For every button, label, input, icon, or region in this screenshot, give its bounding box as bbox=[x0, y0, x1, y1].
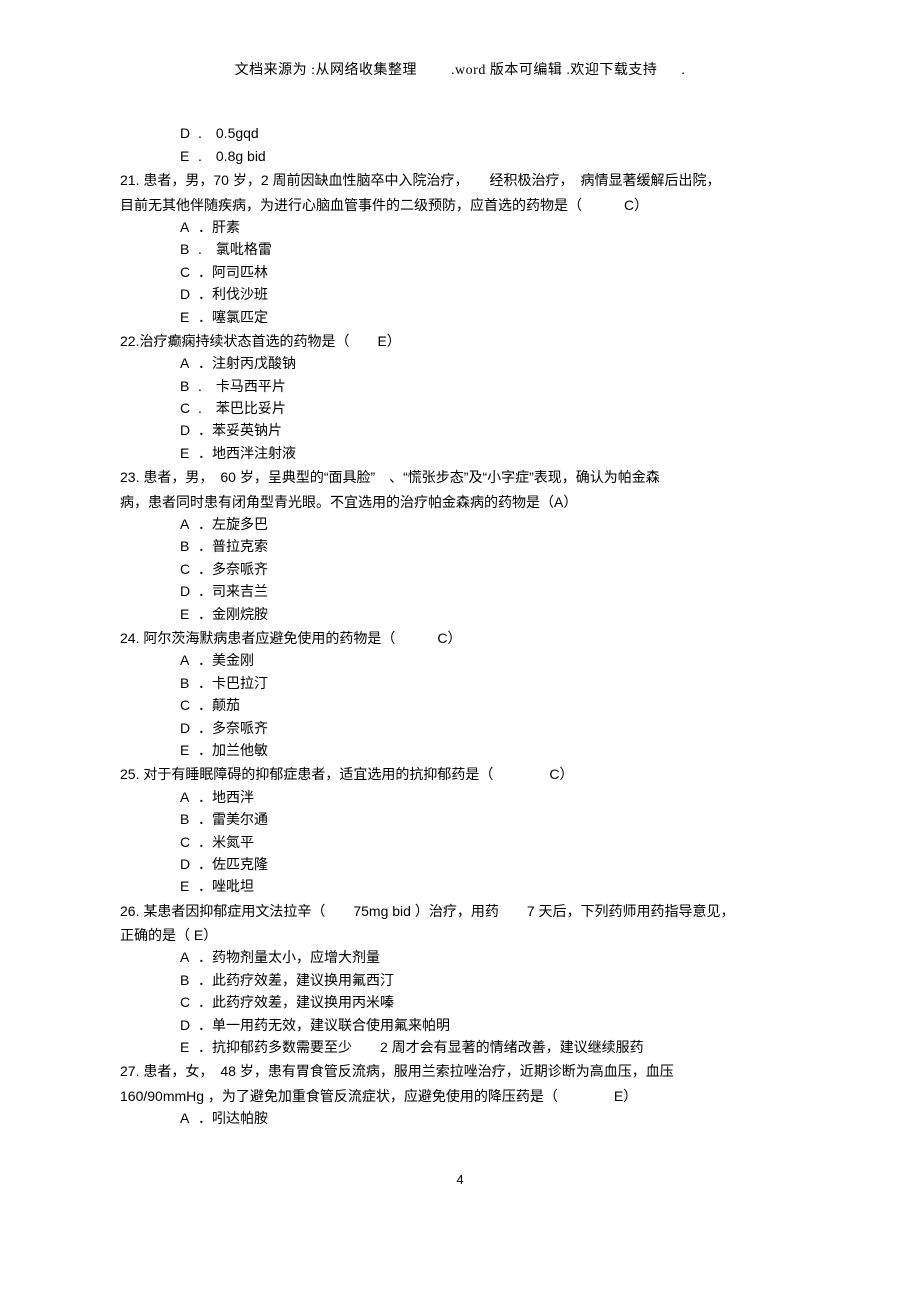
q25-option-b: B．雷美尔通 bbox=[120, 808, 800, 830]
q25-option-d: D．佐匹克隆 bbox=[120, 853, 800, 875]
q24-stem: 24. 阿尔茨海默病患者应避免使用的药物是（ C） bbox=[120, 627, 800, 649]
q26-option-b: B．此药疗效差，建议换用氟西汀 bbox=[120, 969, 800, 991]
q27-option-a: A．吲达帕胺 bbox=[120, 1107, 800, 1129]
q24-option-a: A．美金刚 bbox=[120, 649, 800, 671]
q22-option-b: B. 卡马西平片 bbox=[120, 375, 800, 397]
q23-option-e: E．金刚烷胺 bbox=[120, 603, 800, 625]
q24-option-b: B．卡巴拉汀 bbox=[120, 672, 800, 694]
q23-option-d: D．司来吉兰 bbox=[120, 580, 800, 602]
q22-option-c: C. 苯巴比妥片 bbox=[120, 397, 800, 419]
q24-option-c: C．颠茄 bbox=[120, 694, 800, 716]
q26-option-d: D．单一用药无效，建议联合使用氟来帕明 bbox=[120, 1014, 800, 1036]
q21-option-b: B. 氯吡格雷 bbox=[120, 238, 800, 260]
q26-option-c: C．此药疗效差，建议换用丙米嗪 bbox=[120, 991, 800, 1013]
q22-option-d: D．苯妥英钠片 bbox=[120, 419, 800, 441]
q23-option-b: B．普拉克索 bbox=[120, 535, 800, 557]
header-part2: .word 版本可编辑 .欢迎下载支持 bbox=[451, 60, 657, 82]
q26-line1: 26. 某患者因抑郁症用文法拉辛（ 75mg bid ）治疗，用药 7 天后，下… bbox=[120, 900, 800, 922]
q27-line2: 160/90mmHg ，为了避免加重食管反流症状，应避免使用的降压药是（ E） bbox=[120, 1085, 800, 1107]
q24-option-d: D．多奈哌齐 bbox=[120, 717, 800, 739]
q23-line1: 23. 患者，男， 60 岁，呈典型的“面具脸” 、“慌张步态”及“小字症”表现… bbox=[120, 466, 800, 488]
q20-option-d: D. 0.5gqd bbox=[120, 122, 800, 144]
q21-option-e: E．噻氯匹定 bbox=[120, 306, 800, 328]
header-part3: . bbox=[681, 60, 685, 82]
q21-option-a: A．肝素 bbox=[120, 216, 800, 238]
q26-line2: 正确的是（ E） bbox=[120, 924, 800, 946]
q27-line1: 27. 患者，女， 48 岁，患有胃食管反流病，服用兰索拉唑治疗，近期诊断为高血… bbox=[120, 1060, 800, 1082]
q21-line2: 目前无其他伴随疾病，为进行心脑血管事件的二级预防，应首选的药物是（ C） bbox=[120, 194, 800, 216]
document-page: 文档来源为 :从网络收集整理 .word 版本可编辑 .欢迎下载支持 . D. … bbox=[0, 0, 920, 1230]
q22-option-e: E．地西泮注射液 bbox=[120, 442, 800, 464]
q23-option-c: C．多奈哌齐 bbox=[120, 558, 800, 580]
q25-option-c: C．米氮平 bbox=[120, 831, 800, 853]
q24-option-e: E．加兰他敏 bbox=[120, 739, 800, 761]
q26-option-e: E．抗抑郁药多数需要至少 2 周才会有显著的情绪改善，建议继续服药 bbox=[120, 1036, 800, 1058]
page-number: 4 bbox=[120, 1170, 800, 1191]
q26-option-a: A．药物剂量太小，应增大剂量 bbox=[120, 946, 800, 968]
q21-option-d: D．利伐沙班 bbox=[120, 283, 800, 305]
q21-option-c: C．阿司匹林 bbox=[120, 261, 800, 283]
q21-line1: 21. 患者，男，70 岁，2 周前因缺血性脑卒中入院治疗， 经积极治疗， 病情… bbox=[120, 169, 800, 191]
q22-option-a: A．注射丙戊酸钠 bbox=[120, 352, 800, 374]
q25-option-e: E．唑吡坦 bbox=[120, 875, 800, 897]
q23-line2: 病，患者同时患有闭角型青光眼。不宜选用的治疗帕金森病的药物是（A） bbox=[120, 491, 800, 513]
document-header: 文档来源为 :从网络收集整理 .word 版本可编辑 .欢迎下载支持 . bbox=[120, 60, 800, 82]
q22-stem: 22.治疗癫痫持续状态首选的药物是（ E） bbox=[120, 330, 800, 352]
q25-option-a: A．地西泮 bbox=[120, 786, 800, 808]
q20-option-e: E. 0.8g bid bbox=[120, 145, 800, 167]
header-part1: 文档来源为 :从网络收集整理 bbox=[235, 60, 417, 82]
q23-option-a: A．左旋多巴 bbox=[120, 513, 800, 535]
q25-stem: 25. 对于有睡眠障碍的抑郁症患者，适宜选用的抗抑郁药是（ C） bbox=[120, 763, 800, 785]
